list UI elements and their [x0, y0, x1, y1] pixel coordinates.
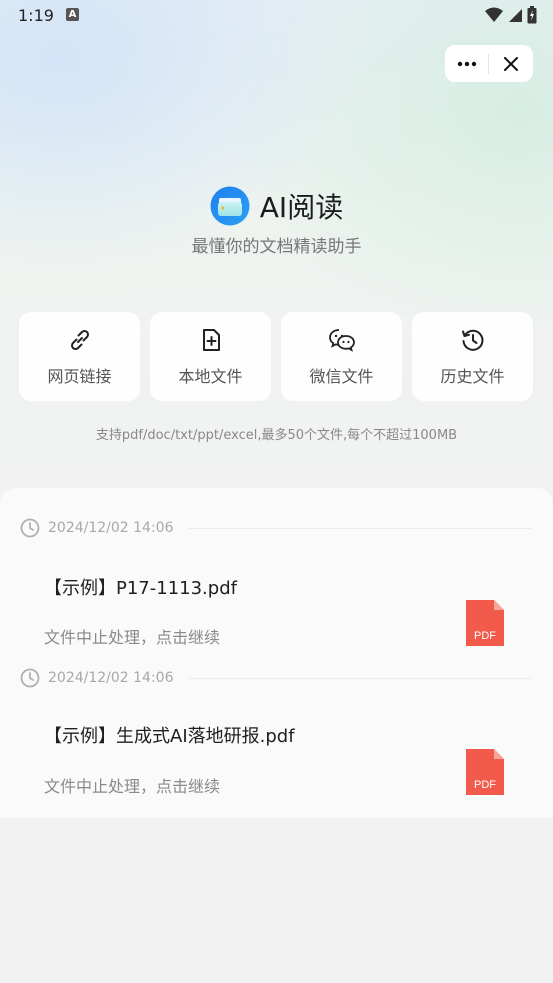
more-button[interactable] — [445, 45, 488, 82]
history-panel: 2024/12/02 14:06 【示例】P17-1113.pdf 文件中止处理… — [0, 488, 553, 818]
wifi-icon — [485, 7, 503, 22]
close-button[interactable] — [489, 45, 533, 82]
local-file-label: 本地文件 — [178, 366, 243, 386]
file-add-icon — [202, 328, 220, 351]
battery-icon — [527, 6, 537, 24]
date-group-header: 2024/12/02 14:06 — [20, 668, 532, 688]
signal-icon — [509, 9, 522, 22]
list-item[interactable]: 【示例】生成式AI落地研报.pdf 文件中止处理，点击继续 PDF — [0, 700, 553, 820]
close-icon — [504, 56, 518, 71]
file-status: 文件中止处理，点击继续 — [44, 628, 221, 647]
local-file-button[interactable]: 本地文件 — [150, 312, 271, 401]
file-name: 【示例】P17-1113.pdf — [44, 578, 237, 599]
divider — [187, 677, 532, 679]
clock-icon — [20, 518, 40, 538]
history-file-button[interactable]: 历史文件 — [412, 312, 533, 401]
pdf-badge: PDF — [474, 779, 496, 791]
clock-icon — [20, 668, 40, 688]
web-link-label: 网页链接 — [47, 366, 112, 386]
link-icon — [70, 329, 89, 350]
app-subtitle: 最懂你的文档精读助手 — [191, 237, 362, 257]
list-item[interactable]: 【示例】P17-1113.pdf 文件中止处理，点击继续 PDF — [0, 550, 553, 670]
notification-icon: A — [66, 8, 79, 21]
app-title: AI阅读 — [259, 191, 344, 224]
date-label: 2024/12/02 14:06 — [48, 520, 174, 536]
file-status: 文件中止处理，点击继续 — [44, 777, 221, 796]
system-icons — [485, 6, 537, 24]
folder-logo-icon — [210, 186, 250, 226]
upload-hint: 支持pdf/doc/txt/ppt/excel,最多50个文件,每个不超过100… — [95, 428, 458, 443]
wechat-file-button[interactable]: 微信文件 — [281, 312, 402, 401]
app-header: AI阅读 — [0, 186, 553, 226]
date-group-header: 2024/12/02 14:06 — [20, 518, 532, 538]
divider — [187, 527, 532, 529]
capsule-menu — [445, 45, 533, 82]
more-icon — [457, 61, 476, 66]
wechat-icon — [328, 328, 355, 352]
upload-actions: 网页链接 本地文件 微信文件 历史文件 — [19, 312, 533, 401]
file-name: 【示例】生成式AI落地研报.pdf — [44, 726, 295, 747]
history-icon — [461, 329, 483, 351]
pdf-file-icon: PDF — [466, 749, 504, 795]
status-time: 1:19 — [18, 6, 54, 25]
history-file-label: 历史文件 — [440, 366, 505, 386]
web-link-button[interactable]: 网页链接 — [19, 312, 140, 401]
wechat-file-label: 微信文件 — [309, 366, 374, 386]
date-label: 2024/12/02 14:06 — [48, 670, 174, 686]
pdf-badge: PDF — [474, 630, 496, 642]
pdf-file-icon: PDF — [466, 600, 504, 646]
status-bar: 1:19 A — [0, 0, 553, 32]
